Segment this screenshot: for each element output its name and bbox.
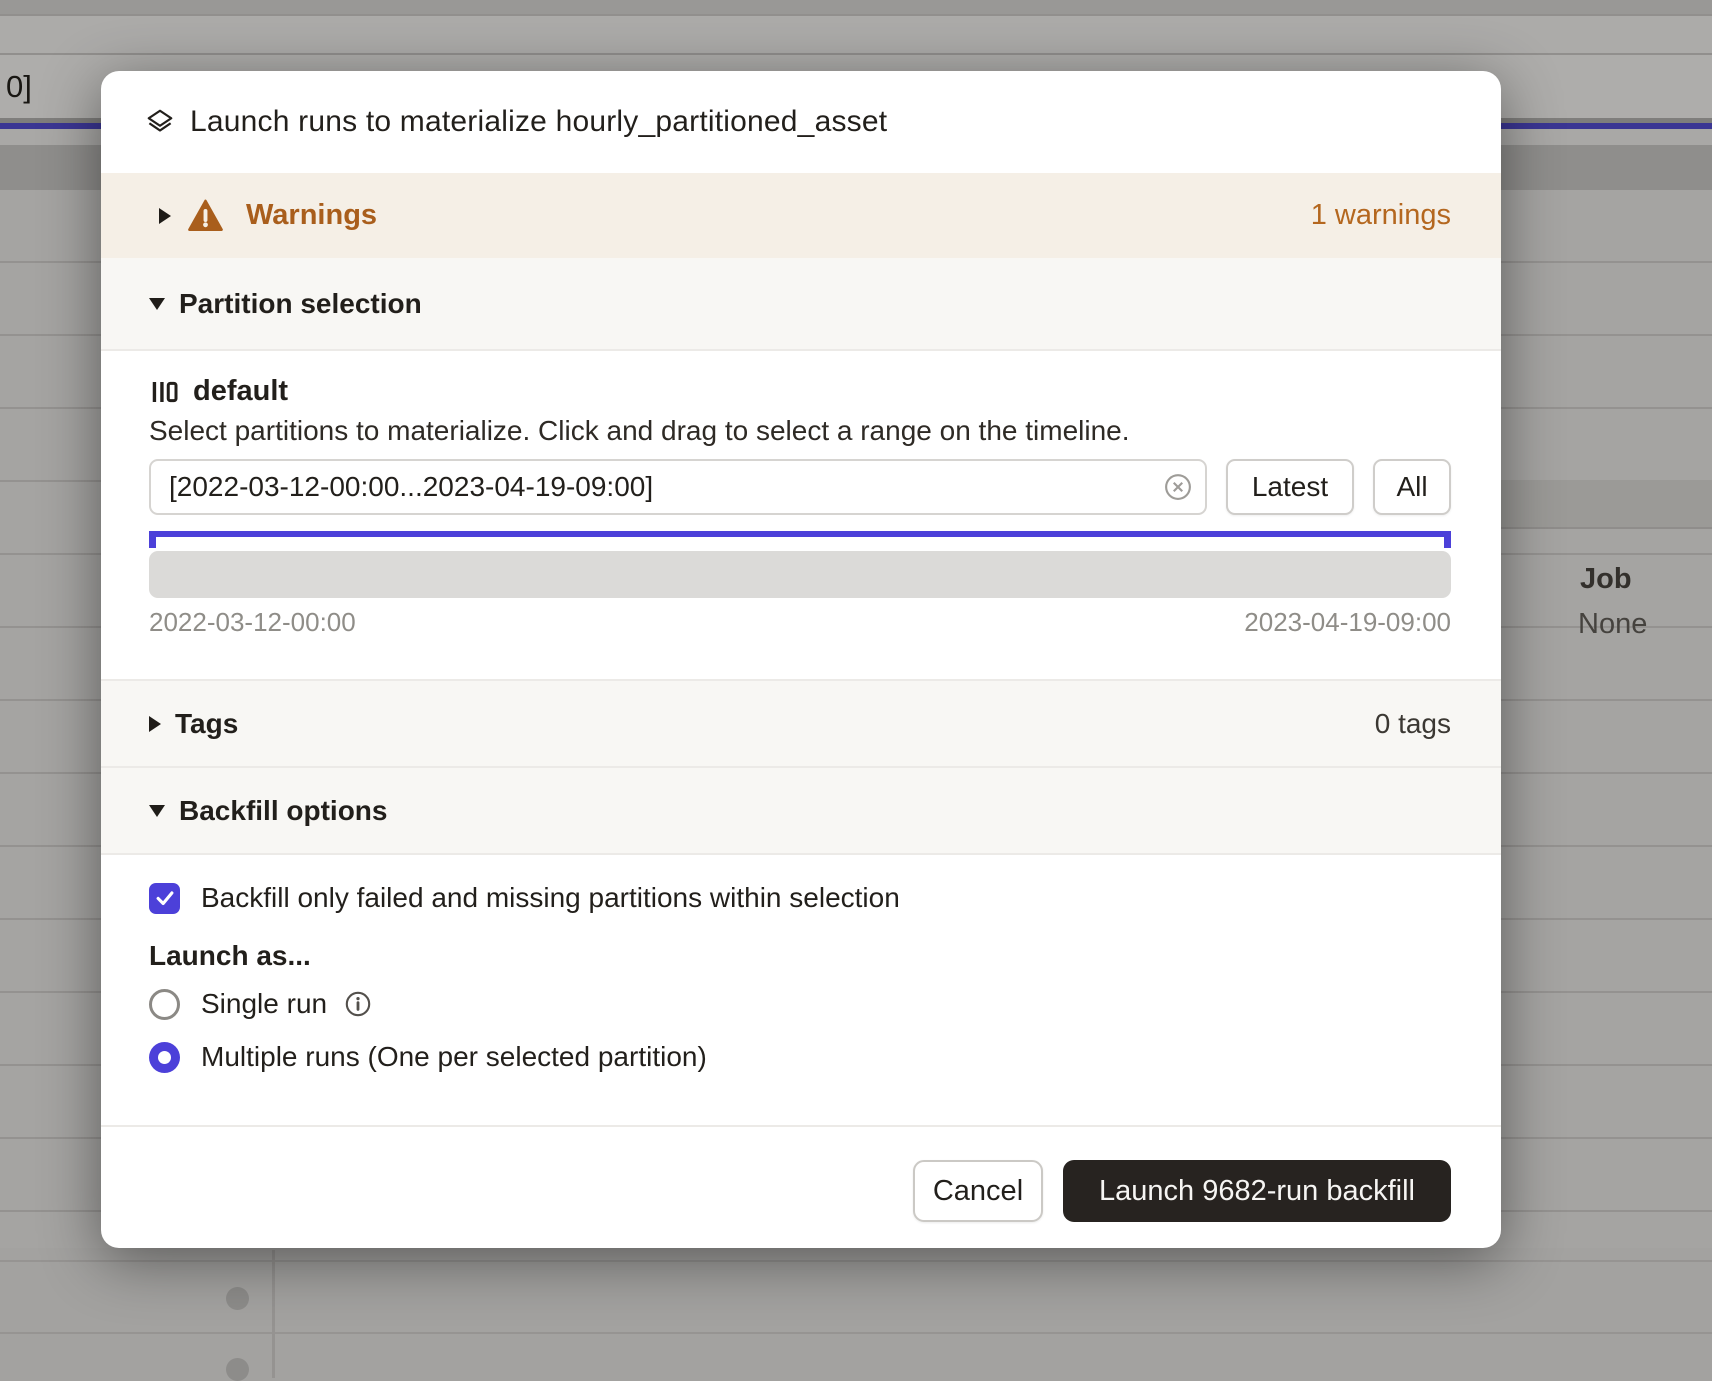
partitions-icon [149, 377, 179, 407]
launch-runs-dialog: Launch runs to materialize hourly_partit… [101, 71, 1501, 1248]
partition-range-input[interactable] [149, 459, 1207, 515]
launch-backfill-button[interactable]: Launch 9682-run backfill [1063, 1160, 1451, 1222]
timeline-end-date: 2023-04-19-09:00 [1244, 607, 1451, 638]
multiple-runs-label: Multiple runs (One per selected partitio… [201, 1041, 707, 1073]
background-row-line [0, 1260, 1712, 1262]
dialog-header: Launch runs to materialize hourly_partit… [101, 71, 1501, 173]
dialog-footer: Cancel Launch 9682-run backfill [101, 1125, 1501, 1248]
multiple-runs-radio[interactable] [149, 1042, 180, 1073]
launch-as-label: Launch as... [149, 940, 1451, 972]
timeline-start-date: 2022-03-12-00:00 [149, 607, 356, 638]
partition-description: Select partitions to materialize. Click … [149, 415, 1451, 447]
background-column-line [272, 1250, 275, 1378]
background-toolbar [0, 14, 1712, 55]
background-right-header-band [1490, 480, 1712, 527]
tags-section-header[interactable]: Tags 0 tags [101, 679, 1501, 768]
chevron-right-icon [159, 208, 171, 224]
backfill-only-failed-row: Backfill only failed and missing partiti… [149, 882, 1451, 914]
background-partition-input-fragment: 0] [6, 69, 32, 105]
dialog-title: Launch runs to materialize hourly_partit… [190, 105, 887, 139]
clear-input-icon[interactable] [1163, 472, 1193, 502]
background-right-row-line [1490, 527, 1712, 529]
partition-range-row: Latest All [149, 459, 1451, 515]
selection-bracket [149, 531, 1451, 548]
timeline-date-labels: 2022-03-12-00:00 2023-04-19-09:00 [149, 607, 1451, 638]
check-icon [154, 887, 176, 909]
chevron-down-icon [149, 805, 165, 817]
backfill-only-failed-checkbox[interactable] [149, 883, 180, 914]
backfill-only-failed-label: Backfill only failed and missing partiti… [201, 882, 900, 914]
latest-button[interactable]: Latest [1226, 459, 1354, 515]
chevron-right-icon [149, 716, 161, 732]
dimension-row: default [149, 375, 1451, 408]
warnings-section-header[interactable]: Warnings 1 warnings [101, 173, 1501, 258]
single-run-radio[interactable] [149, 989, 180, 1020]
chevron-down-icon [149, 298, 165, 310]
materialize-layers-icon [145, 107, 175, 137]
cancel-button[interactable]: Cancel [913, 1160, 1043, 1222]
partition-range-field [149, 459, 1207, 515]
single-run-option: Single run [149, 984, 1451, 1024]
background-job-column-header: Job [1580, 563, 1632, 596]
multiple-runs-option: Multiple runs (One per selected partitio… [149, 1037, 1451, 1077]
background-top-bar [0, 0, 1712, 14]
backfill-options-label: Backfill options [179, 795, 387, 827]
info-icon[interactable] [344, 990, 372, 1018]
partition-selection-section-header[interactable]: Partition selection [101, 258, 1501, 351]
partition-selection-body: default Select partitions to materialize… [101, 351, 1501, 679]
dimension-name: default [193, 375, 288, 408]
single-run-label: Single run [201, 988, 327, 1020]
backfill-options-body: Backfill only failed and missing partiti… [101, 855, 1501, 1125]
background-row-line [0, 1332, 1712, 1334]
background-job-column-value: None [1578, 608, 1647, 641]
backfill-options-section-header[interactable]: Backfill options [101, 768, 1501, 855]
partition-timeline[interactable] [149, 551, 1451, 598]
background-status-dot [226, 1287, 249, 1310]
all-button[interactable]: All [1373, 459, 1451, 515]
tags-label: Tags [175, 708, 238, 740]
warning-triangle-icon [187, 199, 224, 232]
warnings-count: 1 warnings [1311, 199, 1451, 232]
warnings-label: Warnings [246, 199, 377, 232]
tags-count: 0 tags [1375, 708, 1451, 740]
partition-selection-label: Partition selection [179, 288, 422, 320]
